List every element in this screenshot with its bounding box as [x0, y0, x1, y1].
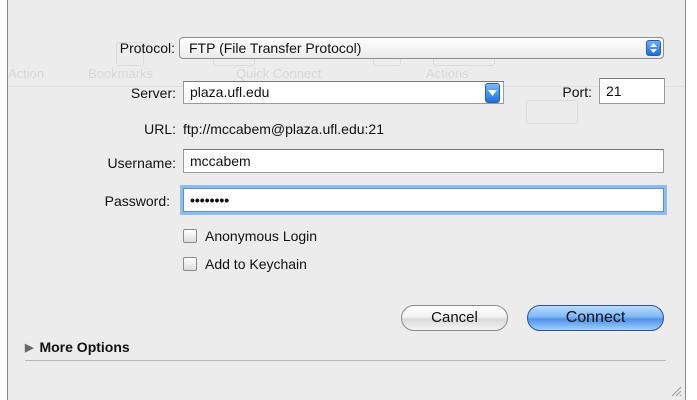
url-label: URL: [144, 121, 176, 137]
password-value: •••••••• [190, 192, 230, 208]
background-label: Action [8, 66, 45, 81]
cancel-button[interactable]: Cancel [401, 305, 508, 331]
protocol-popup[interactable]: FTP (File Transfer Protocol) [179, 37, 664, 59]
port-value: 21 [606, 83, 622, 99]
protocol-value: FTP (File Transfer Protocol) [189, 40, 362, 56]
anonymous-login-label: Anonymous Login [205, 228, 318, 244]
username-value: mccabem [190, 153, 251, 169]
add-to-keychain-label: Add to Keychain [205, 256, 307, 272]
port-field[interactable]: 21 [599, 78, 665, 104]
add-to-keychain-checkbox[interactable]: Add to Keychain [183, 256, 383, 274]
connect-button[interactable]: Connect [527, 305, 664, 331]
popup-arrows-icon [646, 40, 661, 56]
protocol-label: Protocol: [119, 40, 175, 56]
checkbox-box[interactable] [183, 257, 197, 271]
more-options-disclosure[interactable]: ▶ More Options [25, 339, 130, 355]
background-label: Quick Connect [236, 66, 322, 81]
more-options-label: More Options [39, 339, 130, 355]
password-label: Password: [104, 193, 170, 209]
connection-sheet: Action Bookmarks Quick Connect Actions P… [7, 0, 686, 400]
checkbox-box[interactable] [183, 229, 197, 243]
server-label: Server: [130, 85, 176, 101]
username-label: Username: [107, 155, 176, 171]
resize-grip-icon[interactable] [670, 385, 682, 397]
port-label: Port: [562, 84, 592, 100]
username-field[interactable]: mccabem [183, 149, 664, 173]
anonymous-login-checkbox[interactable]: Anonymous Login [183, 228, 383, 246]
disclosure-triangle-icon[interactable]: ▶ [25, 341, 33, 354]
url-value: ftp://mccabem@plaza.ufl.edu:21 [183, 121, 384, 137]
background-label: Actions [426, 66, 469, 81]
background-label: Bookmarks [88, 66, 154, 81]
server-value: plaza.ufl.edu [190, 84, 270, 100]
password-field[interactable]: •••••••• [183, 188, 664, 212]
background-toolbar-icon [526, 100, 578, 124]
separator [25, 360, 666, 361]
